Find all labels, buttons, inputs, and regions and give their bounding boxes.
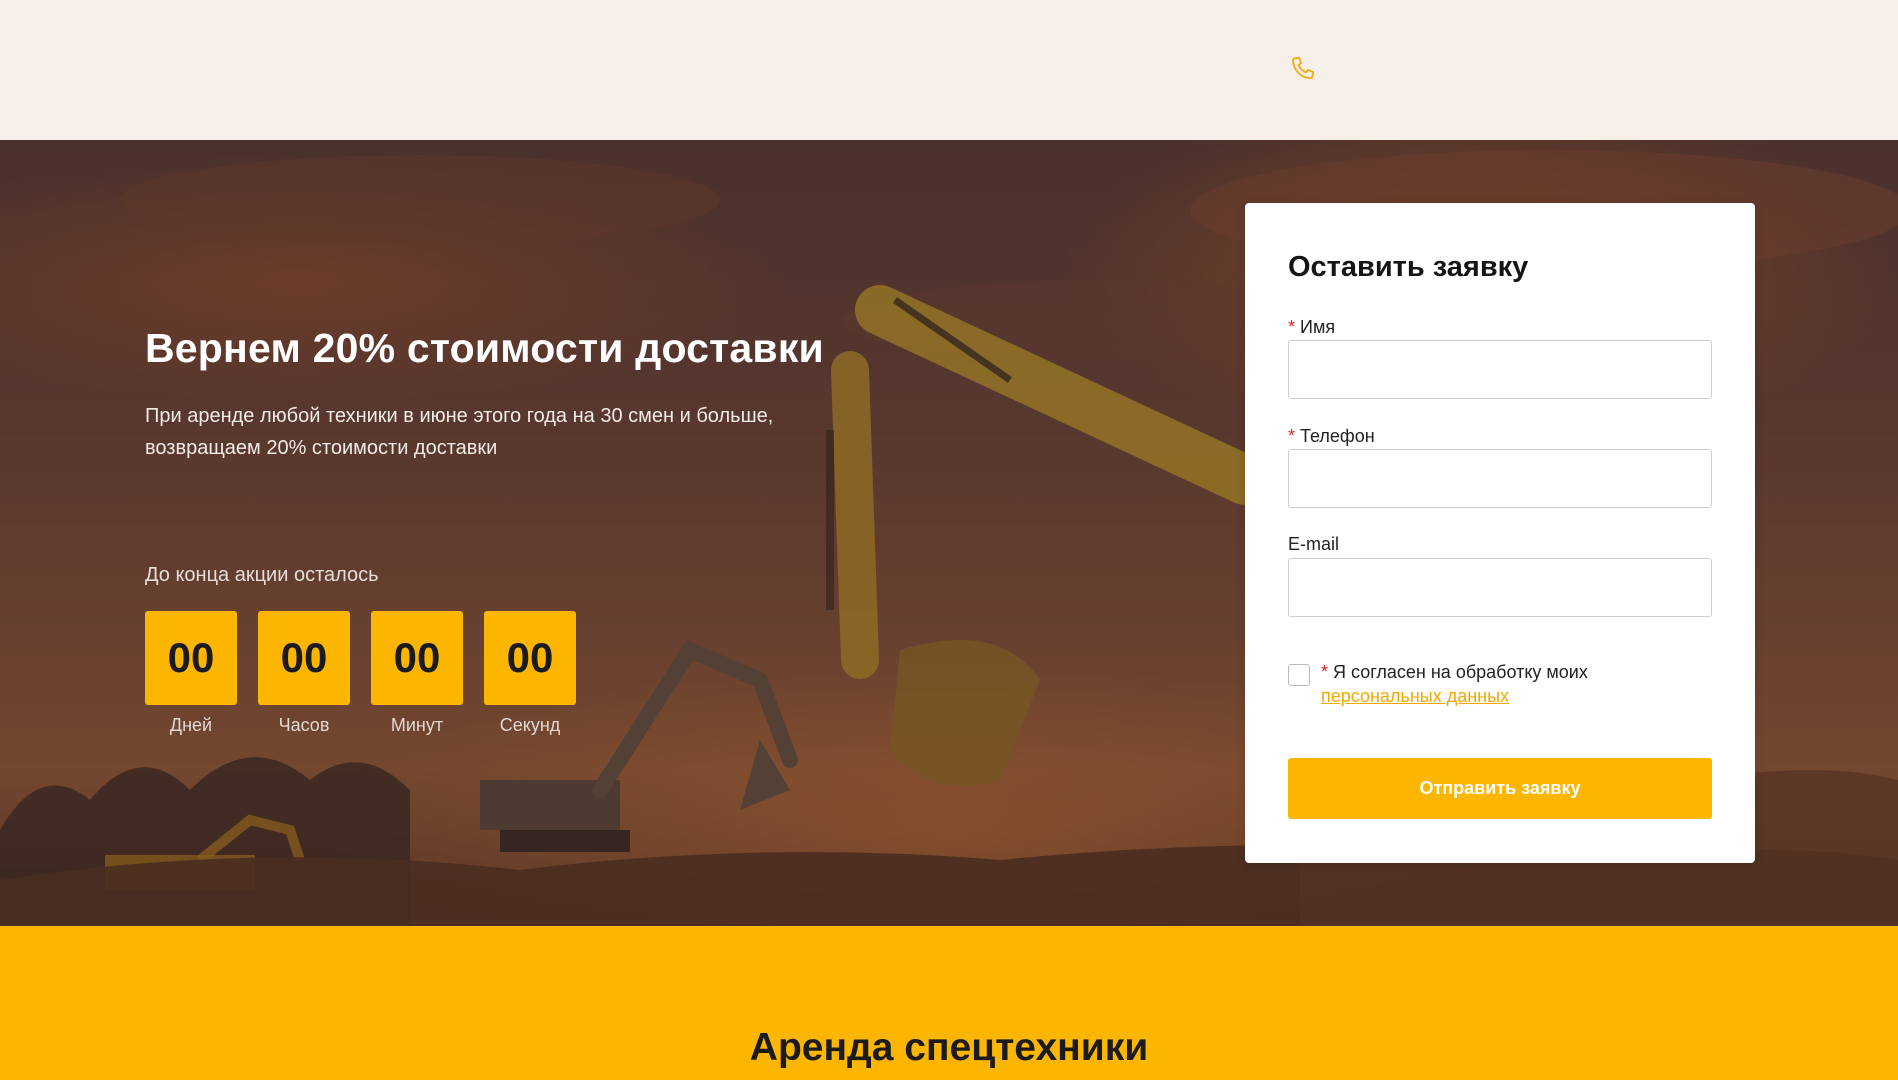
name-input[interactable] (1288, 340, 1712, 399)
countdown-hours: 00 Часов (258, 611, 350, 736)
services-section: Аренда спецтехники (0, 926, 1898, 1080)
name-label-text: Имя (1300, 317, 1336, 337)
services-title: Аренда спецтехники (749, 1026, 1149, 1069)
countdown-value: 00 (145, 611, 237, 705)
request-form: Оставить заявку * Имя * Телефон E-mail * Я … (1245, 203, 1755, 863)
email-label: E-mail (1288, 534, 1339, 555)
countdown-caption: Часов (278, 715, 330, 735)
countdown-value: 00 (258, 611, 350, 705)
required-mark: * (1288, 426, 1296, 446)
countdown-caption: Дней (169, 715, 213, 735)
countdown-value: 00 (484, 611, 576, 705)
promo-hero: Вернем 20% стоимости доставки При аренде… (0, 140, 1898, 926)
phone-label: * Телефон (1288, 426, 1375, 447)
consent-label: Я согласен на обработку моих (1333, 662, 1588, 682)
countdown-seconds: 00 Секунд (484, 611, 576, 736)
countdown-minutes: 00 Минут (371, 611, 463, 736)
email-label-text: E-mail (1288, 534, 1340, 554)
required-mark: * (1288, 317, 1296, 337)
countdown-value: 00 (371, 611, 463, 705)
countdown-label: До конца акции осталось (145, 564, 379, 586)
site-header (0, 0, 1898, 140)
personal-data-link[interactable]: персональных данных (1321, 686, 1509, 706)
promo-title: Вернем 20% стоимости доставки (145, 325, 824, 371)
promo-description: При аренде любой техники в июне этого го… (145, 405, 774, 459)
consent-checkbox[interactable] (1288, 664, 1310, 686)
phone-label-text: Телефон (1300, 426, 1375, 446)
email-input[interactable] (1288, 558, 1712, 617)
countdown-days: 00 Дней (145, 611, 237, 736)
countdown-caption: Минут (390, 715, 444, 735)
required-mark: * (1321, 662, 1329, 682)
submit-request-button[interactable]: Отправить заявку (1288, 758, 1712, 819)
phone-icon[interactable] (1289, 55, 1317, 83)
countdown-caption: Секунд (499, 715, 561, 735)
name-label: * Имя (1288, 317, 1335, 338)
form-title: Оставить заявку (1288, 251, 1529, 283)
phone-input[interactable] (1288, 449, 1712, 508)
countdown-timer: 00 Дней 00 Часов 00 Минут 00 Секунд (145, 611, 576, 736)
consent-text: * Я согласен на обработку моих персональн… (1321, 660, 1721, 708)
